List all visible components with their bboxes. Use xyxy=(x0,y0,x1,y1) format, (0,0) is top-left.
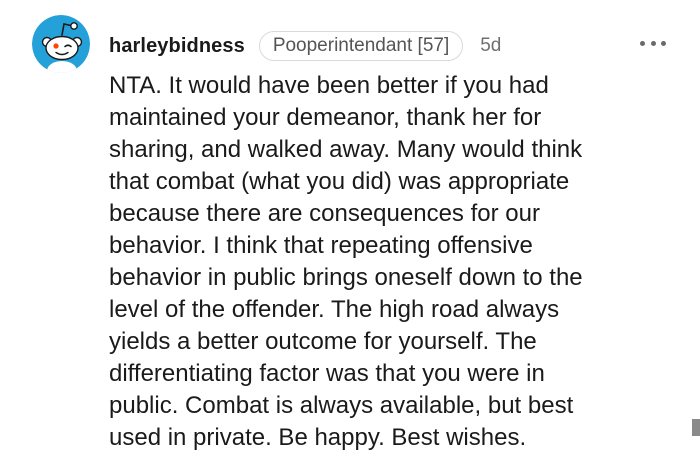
more-options-icon xyxy=(640,40,645,46)
comment-body-line: NTA. It would have been better if you ha… xyxy=(109,72,549,99)
scrollbar-thumb[interactable] xyxy=(692,419,700,436)
comment-body-line: behavior. I think that repeating offensi… xyxy=(109,232,533,259)
snoo-avatar-icon xyxy=(32,15,90,73)
more-options-button[interactable] xyxy=(640,38,666,48)
comment-body-line: public. Combat is always available, but … xyxy=(109,392,574,419)
comment-body-line: sharing, and walked away. Many would thi… xyxy=(109,136,583,163)
comment-timestamp[interactable]: 5d xyxy=(480,35,501,57)
comment-body: NTA. It would have been better if you ha… xyxy=(109,70,689,454)
comment: harleybidness Pooperintendant [57] 5d NT… xyxy=(0,0,700,475)
user-flair-badge: Pooperintendant [57] xyxy=(258,31,464,61)
comment-body-line: yields a better outcome for yourself. Th… xyxy=(109,328,537,355)
comment-body-line: level of the offender. The high road alw… xyxy=(109,296,560,323)
comment-body-line: used in private. Be happy. Best wishes. xyxy=(109,424,527,451)
user-avatar[interactable] xyxy=(32,15,90,73)
comment-body-line: because there are consequences for our xyxy=(109,200,540,227)
comment-body-line: differentiating factor was that you were… xyxy=(109,360,545,387)
username-link[interactable]: harleybidness xyxy=(109,35,245,58)
comment-body-line: behavior in public brings oneself down t… xyxy=(109,264,583,291)
comment-header: harleybidness Pooperintendant [57] 5d xyxy=(109,30,501,62)
comment-body-line: that combat (what you did) was appropria… xyxy=(109,168,570,195)
comment-body-line: maintained your demeanor, thank her for xyxy=(109,104,542,131)
